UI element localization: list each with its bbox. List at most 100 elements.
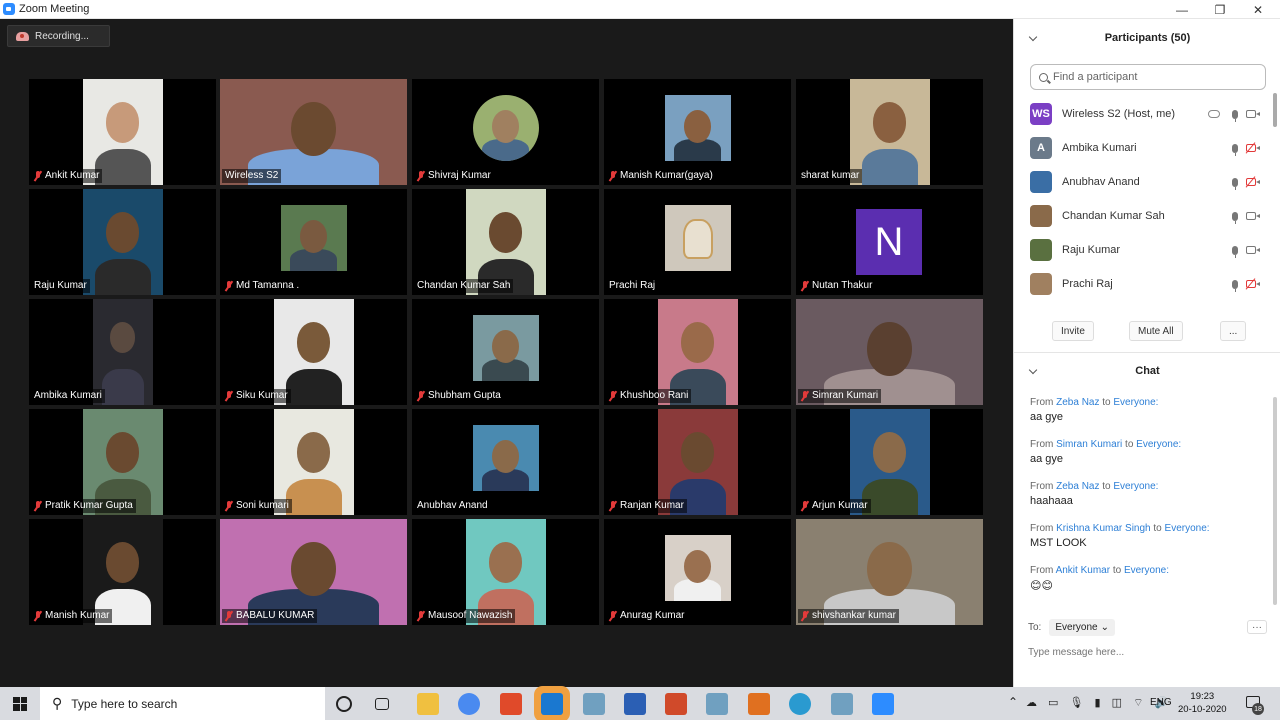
- participant-row[interactable]: WS Wireless S2 (Host, me): [1014, 97, 1271, 131]
- video-tile[interactable]: Soni kumari: [220, 409, 407, 515]
- participant-name: Siku Kumar: [236, 390, 288, 401]
- taskbar-search-box[interactable]: ⚲ Type here to search: [40, 687, 325, 720]
- tray-chevron-icon[interactable]: ⌃: [1008, 695, 1018, 709]
- chat-input[interactable]: [1028, 644, 1264, 660]
- participant-name-tag: Shubham Gupta: [414, 389, 504, 403]
- sender-name[interactable]: Zeba Naz: [1056, 397, 1099, 408]
- language-indicator[interactable]: ENG: [1150, 697, 1172, 708]
- video-tile[interactable]: Raju Kumar: [29, 189, 216, 295]
- microphone-icon[interactable]: [1232, 211, 1238, 224]
- taskbar-clock[interactable]: 19:23 20-10-2020: [1178, 690, 1227, 716]
- participant-search[interactable]: Find a participant: [1030, 64, 1266, 90]
- video-tile[interactable]: sharat kumar: [796, 79, 983, 185]
- office-icon[interactable]: [500, 693, 522, 715]
- app-icon[interactable]: [583, 693, 605, 715]
- video-tile[interactable]: Manish Kumar(gaya): [604, 79, 791, 185]
- recipient-name[interactable]: Everyone:: [1124, 565, 1169, 576]
- microphone-icon[interactable]: [1232, 143, 1238, 156]
- microphone-icon[interactable]: [1232, 245, 1238, 258]
- sender-name[interactable]: Ankit Kumar: [1056, 565, 1110, 576]
- windows-taskbar: ⚲ Type here to search ⌃ ☁ ▭ 🎙 ▮ ◫ ⌔ 🔊 EN…: [0, 687, 1280, 720]
- sender-name[interactable]: Simran Kumari: [1056, 439, 1122, 450]
- chat-message: From Simran Kumari to Everyone: aa gye: [1030, 439, 1266, 465]
- invite-button[interactable]: Invite: [1052, 321, 1094, 341]
- video-tile[interactable]: Ambika Kumari: [29, 299, 216, 405]
- video-tile[interactable]: Simran Kumari: [796, 299, 983, 405]
- word-icon[interactable]: [624, 693, 646, 715]
- participant-avatar: [1030, 171, 1052, 193]
- zoom-icon[interactable]: [872, 693, 894, 715]
- mute-all-button[interactable]: Mute All: [1129, 321, 1183, 341]
- participant-row[interactable]: A Ambika Kumari: [1014, 131, 1271, 165]
- participant-row[interactable]: Prachi Raj: [1014, 267, 1271, 301]
- powerpoint-icon[interactable]: [665, 693, 687, 715]
- muted-mic-icon: [801, 501, 809, 511]
- minimize-button[interactable]: —: [1162, 0, 1202, 19]
- video-tile[interactable]: Khushboo Rani: [604, 299, 791, 405]
- microphone-icon[interactable]: [1232, 177, 1238, 190]
- sender-name[interactable]: Zeba Naz: [1056, 481, 1099, 492]
- sender-name[interactable]: Krishna Kumar Singh: [1056, 523, 1151, 534]
- participant-row[interactable]: Raju Kumar: [1014, 233, 1271, 267]
- app-icon[interactable]: [541, 693, 563, 715]
- participant-row[interactable]: Anubhav Anand: [1014, 165, 1271, 199]
- recipient-name[interactable]: Everyone:: [1165, 523, 1210, 534]
- edge-icon[interactable]: [789, 693, 811, 715]
- video-tile[interactable]: Shivraj Kumar: [412, 79, 599, 185]
- start-button[interactable]: [0, 687, 40, 720]
- video-tile[interactable]: Ranjan Kumar: [604, 409, 791, 515]
- video-tile[interactable]: Shubham Gupta: [412, 299, 599, 405]
- video-tile[interactable]: Prachi Raj: [604, 189, 791, 295]
- app-icon[interactable]: [706, 693, 728, 715]
- chevron-down-icon[interactable]: [1028, 365, 1038, 375]
- recording-indicator[interactable]: Recording...: [7, 25, 110, 47]
- close-button[interactable]: ✕: [1238, 0, 1278, 19]
- participants-more-button[interactable]: ...: [1220, 321, 1247, 341]
- microphone-icon[interactable]: [1232, 279, 1238, 292]
- video-tile[interactable]: Wireless S2: [220, 79, 407, 185]
- to-word: to: [1112, 565, 1122, 576]
- video-tile[interactable]: Siku Kumar: [220, 299, 407, 405]
- video-camera-icon[interactable]: [1246, 212, 1260, 220]
- cortana-icon[interactable]: [336, 696, 352, 712]
- video-tile[interactable]: shivshankar kumar: [796, 519, 983, 625]
- cloud-recording-icon: [1208, 110, 1220, 118]
- video-off-icon[interactable]: [1246, 280, 1260, 288]
- notification-center-button[interactable]: 18: [1244, 694, 1264, 715]
- recipient-select[interactable]: Everyone ⌄: [1049, 619, 1115, 636]
- microphone-icon[interactable]: [1232, 109, 1238, 122]
- recipient-name[interactable]: Everyone:: [1113, 397, 1158, 408]
- video-tile[interactable]: Manish Kumar: [29, 519, 216, 625]
- video-off-icon[interactable]: [1246, 178, 1260, 186]
- chevron-down-icon[interactable]: [1028, 32, 1038, 42]
- participant-row[interactable]: Chandan Kumar Sah: [1014, 199, 1271, 233]
- video-tile[interactable]: N Nutan Thakur: [796, 189, 983, 295]
- muted-mic-icon: [34, 501, 42, 511]
- video-off-icon[interactable]: [1246, 144, 1260, 152]
- video-tile[interactable]: BABALU KUMAR: [220, 519, 407, 625]
- recipient-name[interactable]: Everyone:: [1113, 481, 1158, 492]
- recipient-name[interactable]: Everyone:: [1136, 439, 1181, 450]
- app-icon[interactable]: [831, 693, 853, 715]
- video-tile[interactable]: Chandan Kumar Sah: [412, 189, 599, 295]
- video-tile[interactable]: Anurag Kumar: [604, 519, 791, 625]
- maximize-button[interactable]: ❐: [1200, 0, 1240, 19]
- video-tile[interactable]: Mausoof Nawazish: [412, 519, 599, 625]
- video-tile[interactable]: Ankit Kumar: [29, 79, 216, 185]
- participants-scrollbar[interactable]: [1273, 93, 1277, 127]
- chat-scrollbar[interactable]: [1273, 397, 1277, 605]
- video-tile[interactable]: Pratik Kumar Gupta: [29, 409, 216, 515]
- matlab-icon[interactable]: [748, 693, 770, 715]
- chat-more-button[interactable]: ···: [1247, 620, 1267, 634]
- file-explorer-icon[interactable]: [417, 693, 439, 715]
- task-view-icon[interactable]: [375, 698, 389, 710]
- video-tile[interactable]: Md Tamanna .: [220, 189, 407, 295]
- video-camera-icon[interactable]: [1246, 110, 1260, 118]
- video-tile[interactable]: Anubhav Anand: [412, 409, 599, 515]
- participant-avatar: A: [1030, 137, 1052, 159]
- video-feed: [664, 95, 731, 161]
- video-camera-icon[interactable]: [1246, 246, 1260, 254]
- video-tile[interactable]: Arjun Kumar: [796, 409, 983, 515]
- chrome-icon[interactable]: [458, 693, 480, 715]
- chat-message-meta: From Zeba Naz to Everyone:: [1030, 481, 1266, 492]
